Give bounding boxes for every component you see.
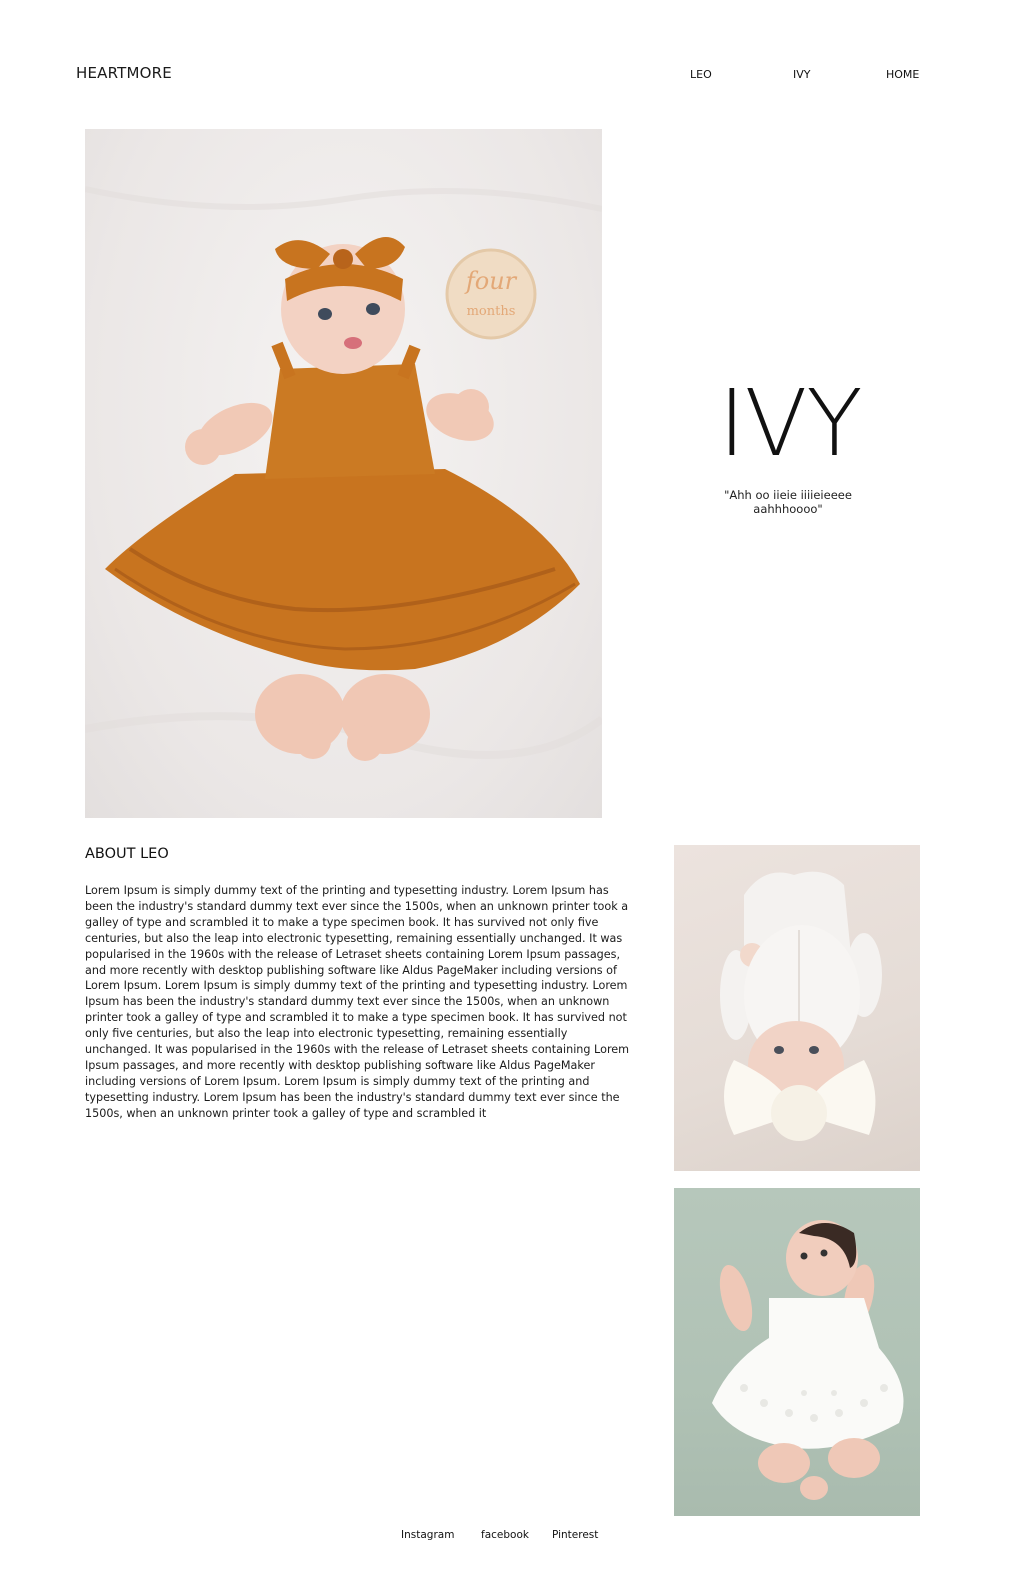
milestone-line2: months: [467, 304, 516, 319]
photo-baby-white-outfit: [674, 845, 920, 1171]
nav-link-home[interactable]: HOME: [886, 68, 919, 81]
nav-link-leo[interactable]: LEO: [690, 68, 712, 81]
photo-illustration-3: [712, 1220, 904, 1500]
photo-baby-eyelet-dress: [674, 1188, 920, 1516]
milestone-line1: four: [464, 267, 518, 295]
hero-illustration: four months: [85, 186, 602, 761]
about-body-text: Lorem Ipsum is simply dummy text of the …: [85, 884, 630, 1120]
brand-logo[interactable]: HEARTMORE: [76, 64, 172, 82]
footer-link-pinterest[interactable]: Pinterest: [552, 1529, 598, 1541]
nav-link-ivy[interactable]: IVY: [793, 68, 811, 81]
footer-link-facebook[interactable]: facebook: [481, 1529, 529, 1541]
footer-link-instagram[interactable]: Instagram: [401, 1529, 454, 1541]
hero-photo-baby-orange-dress: four months: [85, 129, 602, 818]
photo-illustration-2: [720, 871, 882, 1141]
hero-quote: "Ahh oo iieie iiiieieeee aahhhoooo": [724, 488, 852, 516]
about-heading: ABOUT LEO: [85, 846, 169, 862]
page-title: IVY: [718, 370, 862, 477]
